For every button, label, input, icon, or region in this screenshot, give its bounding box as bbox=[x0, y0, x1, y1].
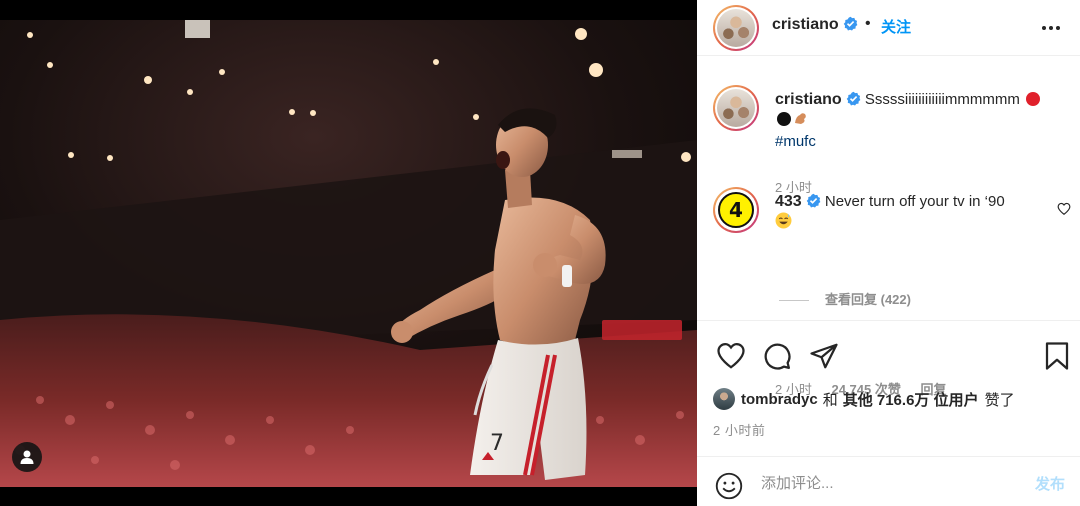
author-avatar[interactable] bbox=[713, 5, 759, 51]
black-circle-emoji bbox=[777, 112, 791, 126]
replies-divider bbox=[779, 300, 809, 302]
svg-text:7: 7 bbox=[490, 431, 504, 456]
commenter-avatar-label: 4 bbox=[718, 192, 754, 228]
header-separator: • bbox=[865, 15, 871, 32]
likes-others-link[interactable]: 其他 716.6万 位用户 bbox=[843, 389, 979, 410]
share-icon[interactable] bbox=[809, 341, 839, 371]
author-username-link[interactable]: cristiano bbox=[772, 16, 858, 34]
view-replies-button[interactable]: 查看回复 (422) bbox=[779, 289, 911, 308]
liker-username[interactable]: tombradyc bbox=[741, 391, 818, 408]
bookmark-icon[interactable] bbox=[1043, 341, 1071, 371]
media-letterbox-bottom bbox=[0, 487, 697, 506]
post-timestamp[interactable]: 2 小时前 bbox=[713, 420, 765, 439]
likes-connector: 和 bbox=[822, 391, 838, 409]
comment-heart-icon[interactable] bbox=[1057, 202, 1071, 216]
caption-text: Sssssiiiiiiiiiiiimmmmmm bbox=[864, 91, 1020, 108]
likes-suffix: 赞了 bbox=[984, 391, 1015, 409]
view-replies-label: 查看回复 (422) bbox=[825, 292, 911, 307]
liker-avatar[interactable] bbox=[713, 388, 735, 410]
post-media: 7 bbox=[0, 0, 697, 506]
more-options-icon[interactable] bbox=[1041, 18, 1061, 38]
post-caption: cristiano Sssssiiiiiiiiiiiimmmmmm #mufc … bbox=[713, 85, 1068, 195]
post-actions: tombradyc 和 其他 716.6万 位用户 赞了 2 小时前 bbox=[697, 320, 1080, 456]
caption-hashtag[interactable]: #mufc bbox=[775, 133, 816, 150]
flexed-biceps-emoji bbox=[793, 110, 809, 132]
heart-icon[interactable] bbox=[716, 341, 746, 371]
smiley-icon[interactable] bbox=[715, 472, 743, 500]
post-comment-button[interactable]: 发布 bbox=[1035, 473, 1065, 494]
commenter-username[interactable]: 433 bbox=[775, 193, 802, 210]
user-tag-icon bbox=[20, 450, 34, 464]
follow-button[interactable]: 关注 bbox=[881, 16, 911, 37]
verified-badge-icon bbox=[846, 91, 861, 106]
caption-author-avatar[interactable] bbox=[713, 85, 759, 131]
post-photo[interactable]: 7 bbox=[0, 20, 697, 487]
comment-icon[interactable] bbox=[762, 341, 792, 371]
comment-text-block: 433 Never turn off your tv in ‘90 bbox=[775, 192, 1040, 235]
media-letterbox-top bbox=[0, 0, 697, 20]
comment-text: Never turn off your tv in ‘90 bbox=[824, 193, 1005, 210]
verified-badge-icon bbox=[806, 193, 821, 208]
tag-user-button[interactable] bbox=[12, 442, 42, 472]
caption-text-block: cristiano Sssssiiiiiiiiiiiimmmmmm #mufc bbox=[775, 90, 1040, 152]
add-comment-bar: 发布 bbox=[697, 456, 1080, 506]
post-side-panel: cristiano • 关注 cristiano Sssssiiiiiiiiii… bbox=[697, 0, 1080, 506]
red-circle-emoji bbox=[1026, 92, 1040, 106]
verified-badge-icon bbox=[843, 16, 858, 31]
commenter-avatar[interactable]: 4 bbox=[713, 187, 759, 233]
liked-by: tombradyc 和 其他 716.6万 位用户 赞了 bbox=[713, 388, 1015, 410]
author-username: cristiano bbox=[772, 16, 839, 33]
caption-username[interactable]: cristiano bbox=[775, 91, 842, 108]
sweat-smile-emoji bbox=[775, 212, 792, 235]
post-header: cristiano • 关注 bbox=[697, 0, 1080, 56]
comment-input[interactable] bbox=[761, 471, 1021, 495]
comments-list[interactable]: cristiano Sssssiiiiiiiiiiiimmmmmm #mufc … bbox=[697, 57, 1080, 397]
